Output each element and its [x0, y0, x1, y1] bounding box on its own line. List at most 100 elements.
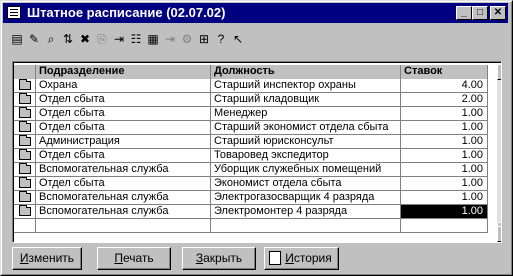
delete-row-icon[interactable]: ✖ [77, 31, 93, 47]
edit-button[interactable]: Изменить [12, 247, 82, 270]
copy-row-icon[interactable]: ⎘ [94, 31, 110, 47]
scroll-down-button[interactable]: ▼ [497, 226, 501, 242]
window-title: Штатное расписание (02.07.02) [27, 5, 226, 20]
department-cell[interactable]: Отдел сбыта [36, 107, 211, 121]
help-icon[interactable]: ? [213, 31, 229, 47]
edit-row-icon[interactable]: ✎ [26, 31, 42, 47]
history-icon [269, 251, 281, 265]
position-cell[interactable]: Экономист отдела сбыта [211, 177, 401, 191]
table-body: Подразделение Должность Ставок Охрана Ста… [13, 62, 501, 242]
table-row[interactable]: Вспомогательная служба Электрогазосварщик… [14, 191, 488, 205]
folder-icon [19, 149, 31, 160]
table-row[interactable]: Вспомогательная служба Уборщик служебных … [14, 163, 488, 177]
position-cell[interactable]: Старший инспектор охраны [211, 79, 401, 93]
table-row[interactable]: Администрация Старший юрисконсульт 1.00 [14, 135, 488, 149]
rates-cell[interactable]: 1.00 [401, 149, 488, 163]
staff-table[interactable]: Подразделение Должность Ставок Охрана Ста… [12, 61, 502, 243]
tree-icon[interactable]: ☷ [128, 31, 144, 47]
row-folder-cell [14, 177, 36, 191]
maximize-button[interactable]: □ [472, 6, 488, 20]
header-department[interactable]: Подразделение [36, 65, 211, 79]
scroll-up-button[interactable]: ▲ [497, 64, 501, 80]
department-cell[interactable]: Вспомогательная служба [36, 205, 211, 219]
department-cell[interactable]: Вспомогательная служба [36, 163, 211, 177]
toolbar: ▤ ✎ ⌕ ⇅ ✖ ⎘ ⇥ ☷ ▦ ⇥ ⚙ ⊞? ↖ [9, 31, 509, 51]
row-folder-cell [14, 121, 36, 135]
empty-row [14, 219, 488, 233]
header-rates[interactable]: Ставок [401, 65, 488, 79]
find-icon[interactable]: ⌕ [43, 31, 59, 47]
minimize-button[interactable]: _ [456, 6, 472, 20]
department-cell[interactable]: Охрана [36, 79, 211, 93]
move-icon[interactable]: ⇥ [111, 31, 127, 47]
row-folder-cell [14, 191, 36, 205]
folder-icon [19, 93, 31, 104]
position-cell[interactable]: Менеджер [211, 107, 401, 121]
table-row[interactable]: Отдел сбыта Товаровед экспедитор 1.00 [14, 149, 488, 163]
rates-cell[interactable]: 1.00 [401, 121, 488, 135]
rates-cell[interactable]: 1.00 [401, 107, 488, 121]
vertical-scrollbar[interactable]: ▲ ▼ [497, 64, 501, 242]
rates-cell[interactable]: 1.00 [401, 205, 488, 219]
empty-cell [36, 219, 211, 233]
rates-cell[interactable]: 1.00 [401, 135, 488, 149]
window: Штатное расписание (02.07.02) _ □ ✕ ▤ ✎ ⌕ ⇅… [0, 0, 513, 276]
sort-icon[interactable]: ⇅ [60, 31, 76, 47]
department-cell[interactable]: Отдел сбыта [36, 177, 211, 191]
empty-cell [14, 219, 36, 233]
folder-icon [19, 135, 31, 146]
department-cell[interactable]: Отдел сбыта [36, 121, 211, 135]
row-folder-cell [14, 93, 36, 107]
header-position[interactable]: Должность [211, 65, 401, 79]
print-button[interactable]: Печать [97, 247, 171, 270]
title-bar[interactable]: Штатное расписание (02.07.02) _ □ ✕ [3, 3, 508, 23]
table-row[interactable]: Отдел сбыта Старший кладовщик 2.00 [14, 93, 488, 107]
table-row[interactable]: Отдел сбыта Менеджер 1.00 [14, 107, 488, 121]
folder-icon [19, 79, 31, 90]
table-row[interactable]: Отдел сбыта Старший экономист отдела сбыт… [14, 121, 488, 135]
position-cell[interactable]: Уборщик служебных помещений [211, 163, 401, 177]
row-folder-cell [14, 205, 36, 219]
row-folder-cell [14, 107, 36, 121]
folder-icon [19, 121, 31, 132]
position-cell[interactable]: Старший кладовщик [211, 93, 401, 107]
folder-icon [19, 177, 31, 188]
table-row[interactable]: Вспомогательная служба Электромонтер 4 ра… [14, 205, 488, 219]
folder-icon [19, 205, 31, 216]
position-cell[interactable]: Товаровед экспедитор [211, 149, 401, 163]
new-row-icon[interactable]: ▤ [9, 31, 25, 47]
empty-cell [211, 219, 401, 233]
context-help-icon[interactable]: ↖ [230, 31, 246, 47]
department-cell[interactable]: Администрация [36, 135, 211, 149]
folders-icon[interactable]: ▦ [145, 31, 161, 47]
department-cell[interactable]: Вспомогательная служба [36, 191, 211, 205]
filter-icon[interactable]: ⚙ [179, 31, 195, 47]
folder-icon [19, 163, 31, 174]
position-cell[interactable]: Электрогазосварщик 4 разряда [211, 191, 401, 205]
row-folder-cell [14, 79, 36, 93]
history-button[interactable]: История [264, 247, 339, 270]
empty-cell [401, 219, 488, 233]
row-folder-cell [14, 135, 36, 149]
rates-cell[interactable]: 1.00 [401, 163, 488, 177]
row-folder-cell [14, 149, 36, 163]
position-cell[interactable]: Электромонтер 4 разряда [211, 205, 401, 219]
document-icon [7, 6, 21, 19]
rates-cell[interactable]: 1.00 [401, 191, 488, 205]
print-icon[interactable]: ⊞ [196, 31, 212, 47]
rates-cell[interactable]: 1.00 [401, 177, 488, 191]
close-button[interactable]: ✕ [490, 6, 506, 20]
close-dialog-button[interactable]: Закрыть [182, 247, 256, 270]
position-cell[interactable]: Старший экономист отдела сбыта [211, 121, 401, 135]
row-folder-cell [14, 163, 36, 177]
folder-icon [19, 191, 31, 202]
header-corner [14, 65, 36, 79]
move-down-icon[interactable]: ⇥ [162, 31, 178, 47]
table-row[interactable]: Охрана Старший инспектор охраны 4.00 [14, 79, 488, 93]
department-cell[interactable]: Отдел сбыта [36, 149, 211, 163]
rates-cell[interactable]: 4.00 [401, 79, 488, 93]
table-row[interactable]: Отдел сбыта Экономист отдела сбыта 1.00 [14, 177, 488, 191]
position-cell[interactable]: Старший юрисконсульт [211, 135, 401, 149]
rates-cell[interactable]: 2.00 [401, 93, 488, 107]
department-cell[interactable]: Отдел сбыта [36, 93, 211, 107]
